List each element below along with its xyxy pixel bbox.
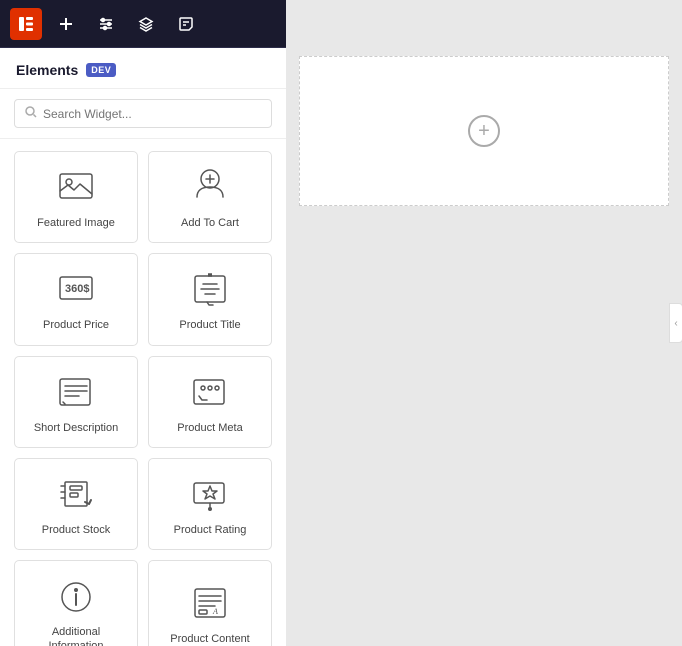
widget-card-product-meta[interactable]: Product Meta [148,356,272,448]
elements-panel: Elements DEV Featured Image Ad [0,48,286,646]
svg-text:A: A [212,607,218,616]
widget-card-product-price[interactable]: 360$ Product Price [14,253,138,345]
panel-header: Elements DEV [0,48,286,89]
svg-text:360$: 360$ [65,283,89,295]
widget-card-short-description[interactable]: Short Description [14,356,138,448]
widget-label-add-to-cart: Add To Cart [181,216,239,230]
widget-card-product-content[interactable]: A Product Content [148,560,272,646]
widget-card-featured-image[interactable]: Featured Image [14,151,138,243]
widget-label-short-description: Short Description [34,421,118,435]
widget-label-product-meta: Product Meta [177,421,242,435]
sidebar: Elements DEV Featured Image Ad [0,0,286,646]
widget-label-featured-image: Featured Image [37,216,115,230]
widget-card-product-title[interactable]: Product Title [148,253,272,345]
add-element-button[interactable] [50,8,82,40]
settings-panel-button[interactable] [90,8,122,40]
sidebar-toolbar [0,0,286,48]
canvas-area: + ‹ [286,0,682,646]
product-rating-icon [190,475,230,515]
widget-label-additional-information: Additional Information [23,625,129,646]
search-input[interactable] [43,107,261,121]
widgets-grid: Featured Image Add To Cart 360$ Product … [0,139,286,646]
widget-label-product-content: Product Content [170,632,250,646]
layers-button[interactable] [130,8,162,40]
search-icon [25,106,37,121]
widget-card-product-rating[interactable]: Product Rating [148,458,272,550]
widget-card-additional-information[interactable]: Additional Information [14,560,138,646]
search-bar [0,89,286,139]
search-input-wrap [14,99,272,128]
panel-title: Elements [16,62,78,78]
add-section-button[interactable]: + [468,115,500,147]
widget-label-product-rating: Product Rating [174,523,247,537]
dev-badge: DEV [86,63,116,77]
notes-button[interactable] [170,8,202,40]
product-meta-icon [190,373,230,413]
short-description-icon [56,373,96,413]
product-price-icon: 360$ [56,270,96,310]
additional-information-icon [56,577,96,617]
featured-image-icon [56,168,96,208]
product-content-icon: A [190,584,230,624]
widget-card-add-to-cart[interactable]: Add To Cart [148,151,272,243]
widget-label-product-stock: Product Stock [42,523,110,537]
widget-label-product-title: Product Title [179,318,240,332]
product-title-icon [190,270,230,310]
widget-label-product-price: Product Price [43,318,109,332]
elementor-logo [10,8,42,40]
widget-card-product-stock[interactable]: Product Stock [14,458,138,550]
canvas-inner: + [299,56,669,206]
product-stock-icon [56,475,96,515]
sidebar-collapse-handle[interactable]: ‹ [669,303,682,343]
add-to-cart-icon [190,168,230,208]
